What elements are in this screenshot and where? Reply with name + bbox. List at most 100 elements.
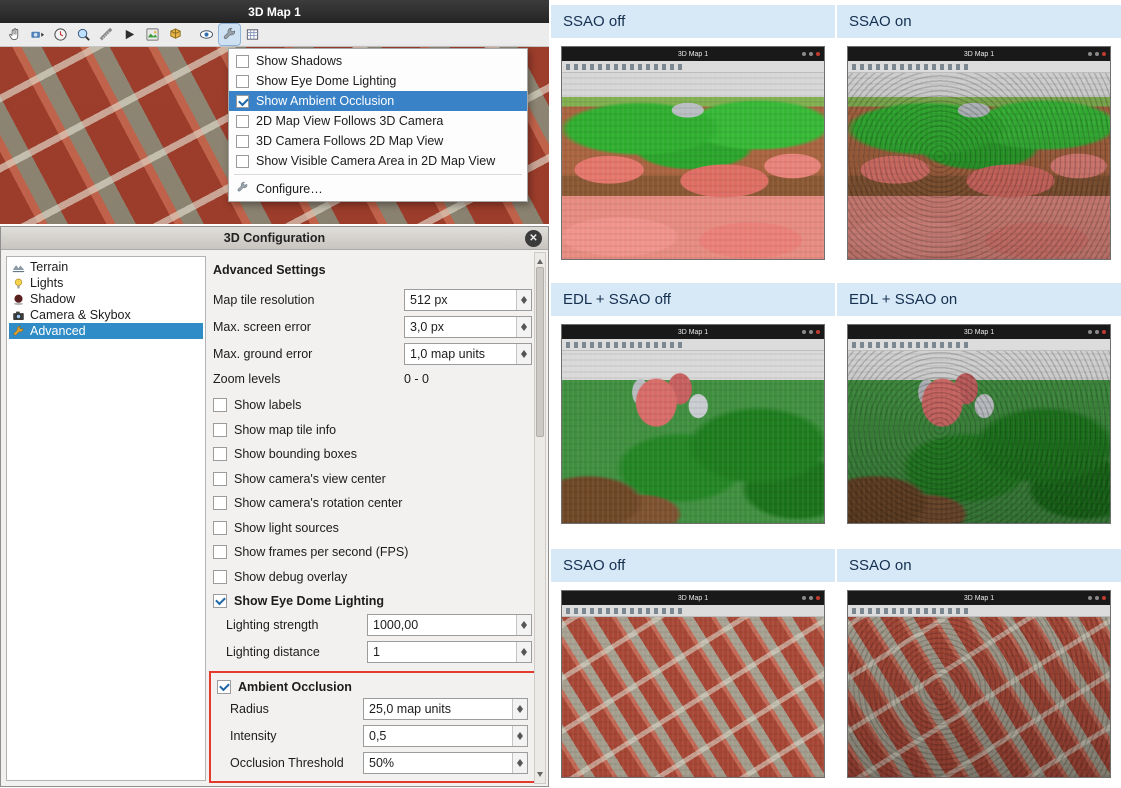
checkbox[interactable] <box>213 496 227 510</box>
spinbox-arrows[interactable] <box>512 726 527 746</box>
mini-window-title: 3D Map 1 <box>964 51 994 58</box>
sidebar-item-terrain[interactable]: Terrain <box>9 259 203 275</box>
table-icon[interactable] <box>242 24 263 45</box>
zoom-full-icon[interactable] <box>73 24 94 45</box>
lighting-distance-spinbox[interactable]: 1 <box>367 641 532 663</box>
scene-ssao-on <box>848 73 1110 259</box>
spinbox-value[interactable]: 1,0 map units <box>405 344 516 364</box>
field-radius: Radius 25,0 map units <box>230 698 528 721</box>
spinbox-arrows[interactable] <box>516 317 531 337</box>
scroll-up-icon[interactable] <box>535 253 545 265</box>
checkbox-show-light-sources[interactable]: Show light sources <box>213 516 532 541</box>
menu-item-2d-follows-3d[interactable]: 2D Map View Follows 3D Camera <box>229 111 527 131</box>
menu-item-show-eye-dome-lighting[interactable]: Show Eye Dome Lighting <box>229 71 527 91</box>
checkbox-checked[interactable] <box>217 680 231 694</box>
spinbox-value[interactable]: 512 px <box>405 290 516 310</box>
checkbox-label: Show debug overlay <box>234 570 347 584</box>
spinbox-arrows[interactable] <box>516 344 531 364</box>
effects-dropdown-menu: Show Shadows Show Eye Dome Lighting Show… <box>228 48 528 202</box>
checkbox[interactable] <box>213 545 227 559</box>
dialog-scrollbar[interactable] <box>534 252 546 784</box>
menu-item-show-shadows[interactable]: Show Shadows <box>229 51 527 71</box>
effects-wrench-icon[interactable] <box>219 24 240 45</box>
spinbox-value[interactable]: 25,0 map units <box>364 699 512 719</box>
checkbox[interactable] <box>213 398 227 412</box>
configure-wrench-icon <box>236 181 249 197</box>
spinbox-arrows[interactable] <box>516 290 531 310</box>
checkbox[interactable] <box>213 521 227 535</box>
menu-item-label: Show Ambient Occlusion <box>256 94 394 108</box>
close-icon[interactable]: ✕ <box>525 230 542 247</box>
spinbox-value[interactable]: 1000,00 <box>368 615 516 635</box>
radius-spinbox[interactable]: 25,0 map units <box>363 698 528 720</box>
play-icon[interactable] <box>119 24 140 45</box>
eye-icon[interactable] <box>196 24 217 45</box>
spinbox-value[interactable]: 0,5 <box>364 726 512 746</box>
group-title: Show Eye Dome Lighting <box>234 594 384 608</box>
scroll-down-icon[interactable] <box>535 771 545 783</box>
sidebar-item-shadow[interactable]: Shadow <box>9 291 203 307</box>
max-ground-error-spinbox[interactable]: 1,0 map units <box>404 343 532 365</box>
mini-3d-window: 3D Map 1 <box>847 590 1111 778</box>
checkbox[interactable] <box>213 423 227 437</box>
spinbox-value[interactable]: 50% <box>364 753 512 773</box>
advanced-wrench-icon <box>12 325 25 338</box>
spinbox-arrows[interactable] <box>516 615 531 635</box>
animation-clock-icon[interactable] <box>50 24 71 45</box>
checkbox[interactable] <box>213 447 227 461</box>
menu-item-show-visible-camera-area[interactable]: Show Visible Camera Area in 2D Map View <box>229 151 527 171</box>
comparison-header-right: SSAO on <box>837 549 1121 582</box>
3d-map-window-titlebar[interactable]: 3D Map 1 <box>0 0 549 23</box>
checkbox-show-eye-dome-lighting[interactable]: Show Eye Dome Lighting <box>213 589 532 614</box>
checkbox-show-bounding-boxes[interactable]: Show bounding boxes <box>213 442 532 467</box>
field-max-screen-error: Max. screen error 3,0 px <box>213 315 532 338</box>
spinbox-value[interactable]: 3,0 px <box>405 317 516 337</box>
checkbox-show-labels[interactable]: Show labels <box>213 393 532 418</box>
checkbox-label: Show light sources <box>234 521 339 535</box>
menu-item-configure[interactable]: Configure… <box>229 178 527 199</box>
checkbox-show-fps[interactable]: Show frames per second (FPS) <box>213 540 532 565</box>
spinbox-arrows[interactable] <box>512 699 527 719</box>
scene-edl-ssao-on <box>848 351 1110 523</box>
settings-category-list: Terrain Lights Shadow Camera & Skybox Ad… <box>6 256 206 781</box>
comparison-header-left: SSAO off <box>551 549 835 582</box>
checkbox-checked[interactable] <box>213 594 227 608</box>
comparison-header-left: SSAO off <box>551 5 835 38</box>
sidebar-item-camera-skybox[interactable]: Camera & Skybox <box>9 307 203 323</box>
intensity-spinbox[interactable]: 0,5 <box>363 725 528 747</box>
map-tile-resolution-spinbox[interactable]: 512 px <box>404 289 532 311</box>
sidebar-item-label: Lights <box>30 276 63 290</box>
sidebar-item-lights[interactable]: Lights <box>9 275 203 291</box>
checkbox-show-camera-view-center[interactable]: Show camera's view center <box>213 467 532 492</box>
checkbox[interactable] <box>213 472 227 486</box>
checkbox <box>236 155 249 168</box>
menu-item-show-ambient-occlusion[interactable]: Show Ambient Occlusion <box>229 91 527 111</box>
mini-3d-window: 3D Map 1 <box>561 46 825 260</box>
pan-icon[interactable] <box>4 24 25 45</box>
occlusion-threshold-spinbox[interactable]: 50% <box>363 752 528 774</box>
checkbox-ambient-occlusion[interactable]: Ambient Occlusion <box>217 676 528 698</box>
checkbox-show-debug-overlay[interactable]: Show debug overlay <box>213 565 532 590</box>
shadow-icon <box>12 293 25 306</box>
spinbox-arrows[interactable] <box>512 753 527 773</box>
max-screen-error-spinbox[interactable]: 3,0 px <box>404 316 532 338</box>
checkbox-show-map-tile-info[interactable]: Show map tile info <box>213 418 532 443</box>
comparison-section-3: SSAO off SSAO on 3D Map 1 3D Map 1 <box>551 549 1121 788</box>
checkbox-show-camera-rotation-center[interactable]: Show camera's rotation center <box>213 491 532 516</box>
camera-control-icon[interactable] <box>27 24 48 45</box>
lighting-strength-spinbox[interactable]: 1000,00 <box>367 614 532 636</box>
checkbox[interactable] <box>213 570 227 584</box>
field-lighting-distance: Lighting distance 1 <box>226 641 532 664</box>
sidebar-item-advanced[interactable]: Advanced <box>9 323 203 339</box>
menu-item-3d-follows-2d[interactable]: 3D Camera Follows 2D Map View <box>229 131 527 151</box>
field-label: Lighting distance <box>226 645 367 659</box>
sidebar-item-label: Terrain <box>30 260 68 274</box>
scrollbar-thumb[interactable] <box>536 267 544 437</box>
spinbox-arrows[interactable] <box>516 642 531 662</box>
mini-window-controls <box>802 330 820 334</box>
spinbox-value[interactable]: 1 <box>368 642 516 662</box>
export-3d-icon[interactable] <box>165 24 186 45</box>
dialog-titlebar[interactable]: 3D Configuration ✕ <box>1 227 548 250</box>
save-image-icon[interactable] <box>142 24 163 45</box>
measure-icon[interactable] <box>96 24 117 45</box>
